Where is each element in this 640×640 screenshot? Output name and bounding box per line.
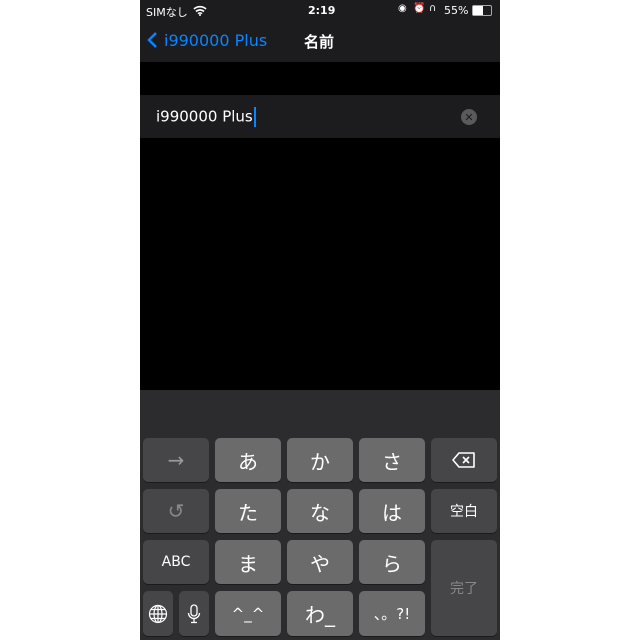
kaomoji-key[interactable]: ^_^ [215,591,281,636]
clear-icon: ✕ [464,110,474,124]
battery-icon [472,5,492,16]
microphone-icon [187,603,201,623]
headphones-icon: ∩ [429,3,437,14]
undo-icon: ↺ [167,499,185,523]
next-candidate-key[interactable]: → [143,438,209,482]
chevron-left-icon [147,32,157,48]
status-bar: SIMなし 2:19 ◉ ⏰ ∩ 55% [140,0,500,22]
alarm-icon: ⏰ [413,3,426,14]
back-button[interactable]: i990000 Plus [146,30,267,50]
punctuation-key[interactable]: 、。?! [359,591,425,636]
orientation-lock-icon: ◉ [398,3,407,14]
carrier-label: SIMなし [146,6,188,19]
navigation-bar: i990000 Plus 名前 [140,22,500,62]
key-ha[interactable]: は [359,489,425,533]
key-wa[interactable]: わ_ [287,591,353,636]
key-sa[interactable]: さ [359,438,425,482]
battery-percent: 55% [444,4,469,17]
clear-text-button[interactable]: ✕ [461,109,477,125]
delete-key[interactable] [431,438,497,482]
key-ta[interactable]: た [215,489,281,533]
backspace-icon [452,452,475,468]
key-ra[interactable]: ら [359,540,425,584]
globe-key[interactable] [143,591,173,636]
page-title: 名前 [304,33,335,51]
key-ya[interactable]: や [287,540,353,584]
key-ka[interactable]: か [287,438,353,482]
wifi-icon [193,5,207,16]
japanese-kana-keyboard: → あ か さ ↺ た な は 空白 ABC ま や ら 完了 ^_^ わ_ 、… [140,390,500,640]
abc-key[interactable]: ABC [143,540,209,584]
space-key[interactable]: 空白 [431,489,497,533]
key-ma[interactable]: ま [215,540,281,584]
phone-screen: SIMなし 2:19 ◉ ⏰ ∩ 55% i990000 Plus 名前 i99… [140,0,500,640]
name-input[interactable]: i990000 Plus ✕ [140,95,500,138]
back-label: i990000 Plus [164,30,268,50]
globe-icon [148,604,168,623]
undo-key[interactable]: ↺ [143,489,209,533]
done-key[interactable]: 完了 [431,540,497,636]
key-na[interactable]: な [287,489,353,533]
name-input-value: i990000 Plus [156,107,253,126]
clock: 2:19 [308,4,336,17]
dictation-key[interactable] [179,591,209,636]
key-a[interactable]: あ [215,438,281,482]
text-cursor [253,107,256,127]
